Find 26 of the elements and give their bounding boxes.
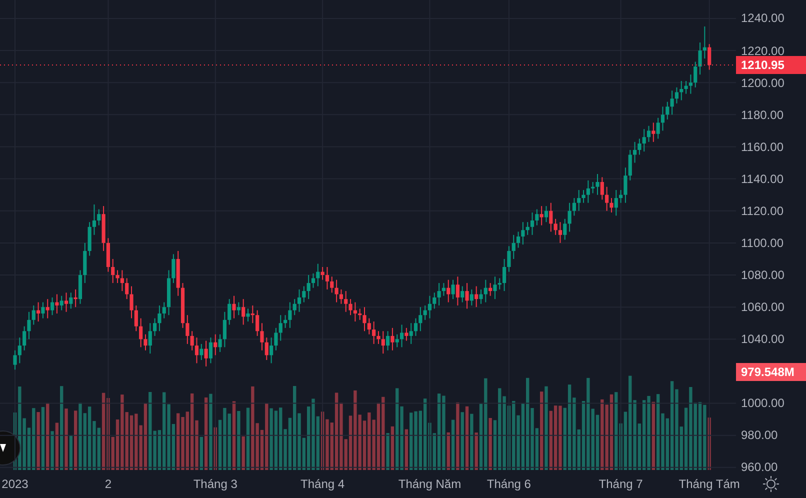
time-axis-label: 2023: [2, 477, 28, 491]
price-axis-label: 1220.00: [741, 44, 784, 58]
price-axis-label: 1200.00: [741, 76, 784, 90]
price-axis-label: 1040.00: [741, 332, 784, 346]
price-axis-label: 1060.00: [741, 300, 784, 314]
price-axis-label: 1080.00: [741, 268, 784, 282]
time-axis-label: Tháng 4: [300, 477, 345, 491]
settings-icon[interactable]: [762, 475, 780, 493]
price-axis-label: 1180.00: [741, 108, 784, 122]
price-axis-label: 1100.00: [741, 236, 784, 250]
time-axis-label: Tháng Năm: [398, 477, 462, 491]
logo-icon[interactable]: [0, 430, 20, 466]
price-axis-label: 1240.00: [741, 11, 784, 26]
price-axis-label: 1160.00: [741, 140, 784, 154]
price-axis-label: 960.00: [741, 460, 778, 474]
time-axis-label: 2: [104, 477, 112, 491]
time-axis-label: Tháng Tám: [678, 477, 740, 491]
price-axis-label: 1140.00: [741, 172, 784, 186]
price-axis-label: 1000.00: [741, 396, 784, 410]
last-price-tag: 1210.95: [736, 56, 806, 74]
volume-tag: 979.548M: [736, 363, 806, 381]
price-axis-label: 980.00: [741, 428, 778, 442]
time-axis-label: Tháng 7: [598, 477, 643, 491]
time-axis-label: Tháng 6: [486, 477, 531, 491]
time-axis-label: Tháng 3: [193, 477, 238, 491]
price-axis-label: 1120.00: [741, 204, 784, 218]
